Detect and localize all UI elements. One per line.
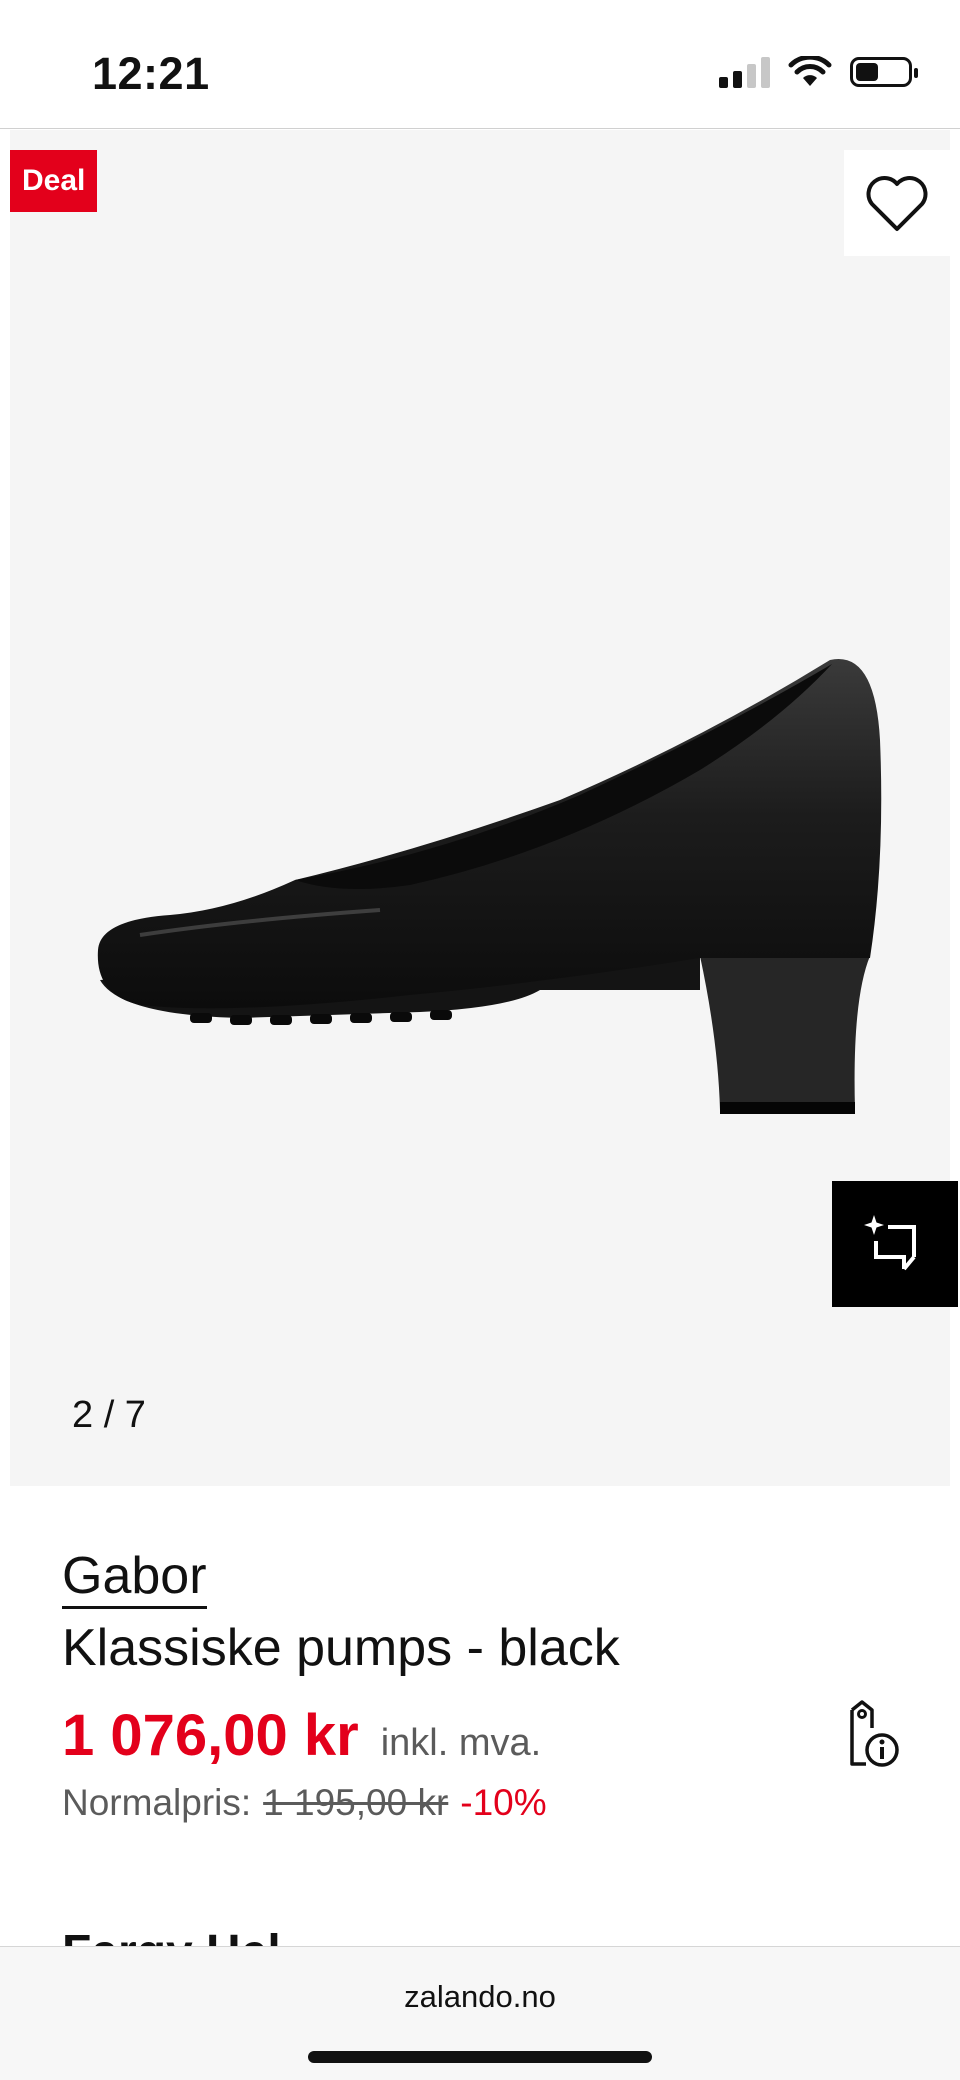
status-time: 12:21 [92,48,210,99]
url-text[interactable]: zalando.no [0,1979,960,2015]
cellular-signal-icon [719,56,770,88]
sparkle-crop-icon [864,1215,916,1271]
price-tag-info-icon[interactable] [832,1698,904,1770]
wishlist-button[interactable] [844,150,950,256]
price-row: 1 076,00 kr inkl. mva. [62,1702,541,1769]
heart-icon [866,176,928,231]
normal-price: 1 195,00 kr [263,1782,449,1823]
product-title: Klassiske pumps - black [62,1619,620,1677]
home-indicator[interactable] [308,2051,652,2063]
browser-address-bar[interactable]: zalando.no [0,1946,960,2080]
brand-link[interactable]: Gabor [62,1548,207,1609]
deal-badge: Deal [10,150,98,212]
status-bar: 12:21 [0,0,960,129]
battery-icon [850,57,918,87]
current-price: 1 076,00 kr [62,1703,359,1768]
next-section-heading: Fargy Hel [62,1925,281,1947]
discount-percent: -10% [460,1782,547,1823]
image-counter: 2 / 7 [72,1394,146,1436]
status-icons [719,56,918,88]
product-image [97,659,882,1114]
normal-price-row: Normalpris: 1 195,00 kr -10% [62,1782,547,1824]
normal-price-label: Normalpris: [62,1782,252,1823]
ai-image-search-button[interactable] [832,1181,958,1307]
product-image-gallery[interactable]: Deal 2 / 7 [10,130,958,1486]
wifi-icon [788,56,832,86]
vat-note: inkl. mva. [380,1722,542,1764]
